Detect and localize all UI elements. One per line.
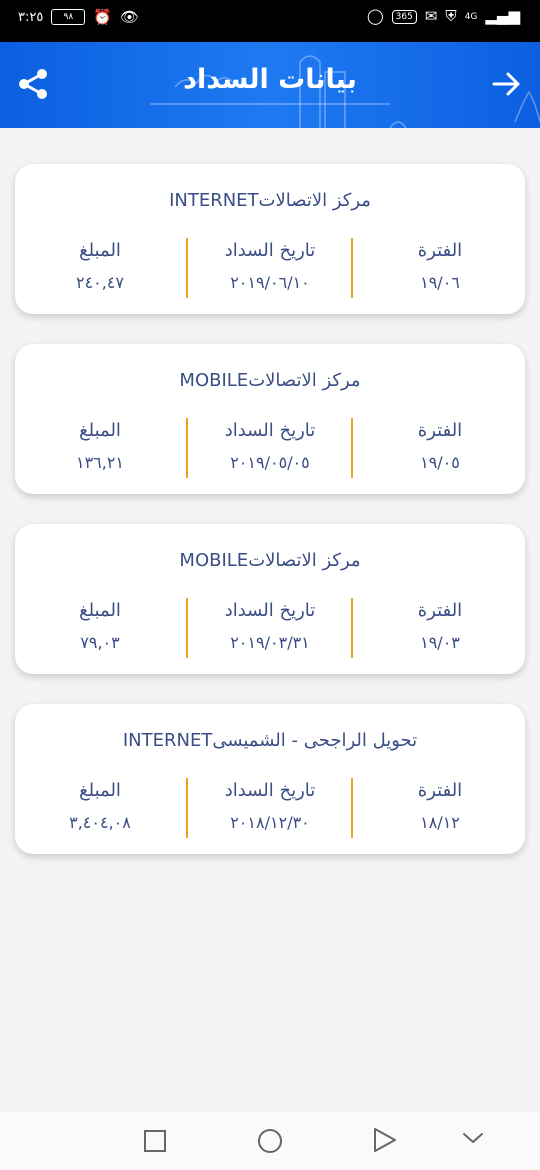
amount-value: ٢٤٠,٤٧ bbox=[75, 273, 125, 292]
amount-column: المبلغ ١٣٦,٢١ bbox=[15, 416, 185, 478]
card-columns: الفترة ١٩/٠٦ تاريخ السداد ٢٠١٩/٠٦/١٠ الم… bbox=[15, 236, 525, 298]
period-label: الفترة bbox=[417, 240, 463, 261]
date-label: تاريخ السداد bbox=[224, 780, 316, 801]
period-column: الفترة ١٨/١٢ bbox=[355, 776, 525, 838]
amount-value: ٣,٤٠٤,٠٨ bbox=[69, 813, 131, 832]
card-title: مركز الاتصالاتMOBILE bbox=[179, 550, 361, 571]
network-label: 4G bbox=[464, 11, 478, 22]
chevron-down-icon[interactable] bbox=[462, 1130, 484, 1146]
date-column: تاريخ السداد ٢٠١٩/٠٦/١٠ bbox=[185, 236, 355, 298]
date-label: تاريخ السداد bbox=[224, 240, 316, 261]
column-divider bbox=[186, 598, 188, 658]
column-divider bbox=[186, 778, 188, 838]
status-left: ٣:٢٥ ٩٨ ⏰ 👁 bbox=[18, 9, 139, 25]
date-label: تاريخ السداد bbox=[224, 600, 316, 621]
column-divider bbox=[186, 238, 188, 298]
alarm-icon: ⏰ bbox=[93, 7, 113, 26]
amount-label: المبلغ bbox=[79, 240, 121, 261]
payment-card[interactable]: مركز الاتصالاتMOBILE الفترة ١٩/٠٥ تاريخ … bbox=[15, 344, 525, 494]
back-triangle-icon[interactable] bbox=[372, 1126, 398, 1154]
battery-icon: ٩٨ bbox=[51, 9, 86, 25]
date-column: تاريخ السداد ٢٠١٩/٠٣/٣١ bbox=[185, 596, 355, 658]
card-columns: الفترة ١٩/٠٣ تاريخ السداد ٢٠١٩/٠٣/٣١ الم… bbox=[15, 596, 525, 658]
card-columns: الفترة ١٩/٠٥ تاريخ السداد ٢٠١٩/٠٥/٠٥ الم… bbox=[15, 416, 525, 478]
status-right: ◯ 365 ✉ ⛨ 4G ▂▄▆ bbox=[367, 9, 520, 24]
period-label: الفترة bbox=[417, 600, 463, 621]
period-column: الفترة ١٩/٠٦ bbox=[355, 236, 525, 298]
home-icon[interactable] bbox=[258, 1129, 282, 1153]
card-columns: الفترة ١٨/١٢ تاريخ السداد ٢٠١٨/١٢/٣٠ الم… bbox=[15, 776, 525, 838]
payment-card[interactable]: تحويل الراجحى - الشميسىINTERNET الفترة ١… bbox=[15, 704, 525, 854]
amount-column: المبلغ ٢٤٠,٤٧ bbox=[15, 236, 185, 298]
amount-value: ٧٩,٠٣ bbox=[80, 633, 120, 652]
page-title: بيانات السداد bbox=[183, 64, 357, 95]
status-bar: ٣:٢٥ ٩٨ ⏰ 👁 ◯ 365 ✉ ⛨ 4G ▂▄▆ bbox=[0, 0, 540, 42]
amount-label: المبلغ bbox=[79, 780, 121, 801]
shield-icon: ⛨ bbox=[445, 7, 457, 25]
arrow-right-icon[interactable] bbox=[490, 68, 522, 100]
card-title: مركز الاتصالاتMOBILE bbox=[179, 370, 361, 391]
date-column: تاريخ السداد ٢٠١٨/١٢/٣٠ bbox=[185, 776, 355, 838]
period-column: الفترة ١٩/٠٣ bbox=[355, 596, 525, 658]
date-value: ٢٠١٩/٠٣/٣١ bbox=[230, 633, 310, 652]
period-value: ١٨/١٢ bbox=[420, 813, 460, 832]
date-value: ٢٠١٩/٠٥/٠٥ bbox=[230, 453, 310, 472]
app-bar: بيانات السداد bbox=[0, 42, 540, 128]
period-value: ١٩/٠٦ bbox=[420, 273, 460, 292]
whatsapp-icon: ◯ bbox=[366, 7, 384, 25]
period-value: ١٩/٠٣ bbox=[420, 633, 460, 652]
date-column: تاريخ السداد ٢٠١٩/٠٥/٠٥ bbox=[185, 416, 355, 478]
period-label: الفترة bbox=[417, 420, 463, 441]
amount-label: المبلغ bbox=[79, 600, 121, 621]
amount-column: المبلغ ٣,٤٠٤,٠٨ bbox=[15, 776, 185, 838]
status-time: ٣:٢٥ bbox=[18, 9, 44, 25]
date-label: تاريخ السداد bbox=[224, 420, 316, 441]
signal-icon: ▂▄▆ bbox=[485, 7, 520, 25]
payment-card[interactable]: مركز الاتصالاتINTERNET الفترة ١٩/٠٦ تاري… bbox=[15, 164, 525, 314]
eye-icon: 👁 bbox=[120, 7, 140, 26]
period-value: ١٩/٠٥ bbox=[420, 453, 460, 472]
office-badge: 365 bbox=[391, 9, 417, 24]
card-title: مركز الاتصالاتINTERNET bbox=[169, 190, 371, 211]
amount-column: المبلغ ٧٩,٠٣ bbox=[15, 596, 185, 658]
payment-card[interactable]: مركز الاتصالاتMOBILE الفترة ١٩/٠٣ تاريخ … bbox=[15, 524, 525, 674]
period-label: الفترة bbox=[417, 780, 463, 801]
recents-icon[interactable] bbox=[144, 1130, 166, 1152]
period-column: الفترة ١٩/٠٥ bbox=[355, 416, 525, 478]
amount-label: المبلغ bbox=[79, 420, 121, 441]
system-nav-bar bbox=[0, 1112, 540, 1170]
column-divider bbox=[186, 418, 188, 478]
date-value: ٢٠١٨/١٢/٣٠ bbox=[230, 813, 310, 832]
amount-value: ١٣٦,٢١ bbox=[75, 453, 125, 472]
mail-icon: ✉ bbox=[424, 7, 438, 25]
card-title: تحويل الراجحى - الشميسىINTERNET bbox=[122, 730, 418, 751]
date-value: ٢٠١٩/٠٦/١٠ bbox=[230, 273, 310, 292]
